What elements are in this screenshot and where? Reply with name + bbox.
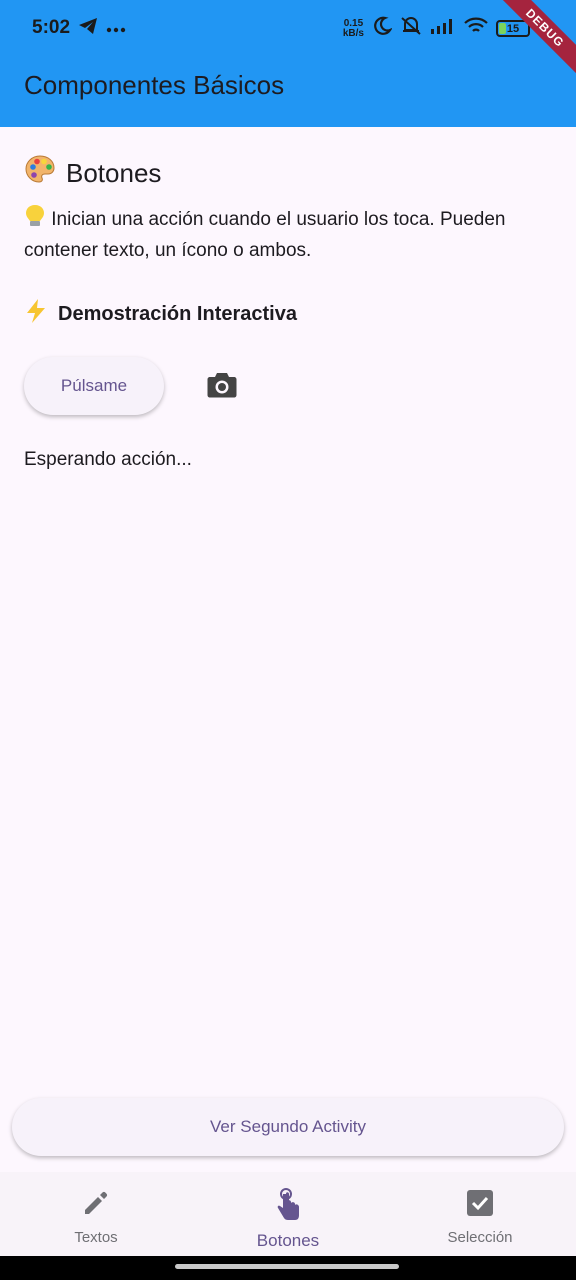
touch-icon xyxy=(273,1188,303,1227)
lightbulb-emoji-icon xyxy=(24,204,46,237)
nav-item-textos[interactable]: Textos xyxy=(0,1172,192,1256)
nav-item-seleccion[interactable]: Selección xyxy=(384,1172,576,1256)
signal-icon xyxy=(430,18,456,39)
app-title: Componentes Básicos xyxy=(24,70,285,100)
lightning-emoji-icon xyxy=(24,298,48,330)
system-gesture-bar xyxy=(0,1256,576,1280)
wifi-icon xyxy=(464,17,488,40)
battery-level: 15 xyxy=(506,22,520,35)
section-title: Botones xyxy=(24,154,161,193)
telegram-icon xyxy=(78,17,98,40)
net-speed: 0.15 kB/s xyxy=(342,17,364,39)
bottom-navigation: Textos Botones Selección xyxy=(0,1172,576,1256)
nav-label-textos: Textos xyxy=(74,1229,118,1246)
section-title-text: Botones xyxy=(66,158,162,188)
pulsame-button[interactable]: Púlsame xyxy=(24,357,164,415)
status-left-icons xyxy=(78,17,126,40)
edit-icon xyxy=(81,1188,111,1223)
net-speed-value: 0.15 xyxy=(343,17,364,29)
camera-icon xyxy=(206,371,238,404)
demo-title: Demostración Interactiva xyxy=(24,298,297,330)
app-bar: Componentes Básicos xyxy=(0,56,576,127)
net-speed-unit: kB/s xyxy=(342,27,364,39)
status-bar: 5:02 0.15 kB/s 15 DEBUG xyxy=(0,0,576,82)
camera-button[interactable] xyxy=(200,365,244,409)
home-gesture-handle[interactable] xyxy=(175,1264,399,1269)
checkbox-icon xyxy=(465,1188,495,1223)
action-status-text: Esperando acción... xyxy=(24,449,192,470)
nav-label-botones: Botones xyxy=(256,1231,320,1250)
moon-icon xyxy=(372,16,393,41)
description-text: Inician una acción cuando el usuario los… xyxy=(24,209,506,261)
status-right-icons: 0.15 kB/s 15 xyxy=(343,16,530,41)
nav-label-seleccion: Selección xyxy=(447,1229,513,1246)
section-description: Inician una acción cuando el usuario los… xyxy=(24,204,554,265)
more-icon xyxy=(106,20,126,38)
second-activity-button[interactable]: Ver Segundo Activity xyxy=(12,1098,564,1156)
mute-bell-icon xyxy=(400,16,422,41)
demo-title-text: Demostración Interactiva xyxy=(58,302,297,325)
nav-item-botones[interactable]: Botones xyxy=(192,1172,384,1256)
palette-emoji-icon xyxy=(24,154,56,193)
status-time: 5:02 xyxy=(32,17,71,38)
